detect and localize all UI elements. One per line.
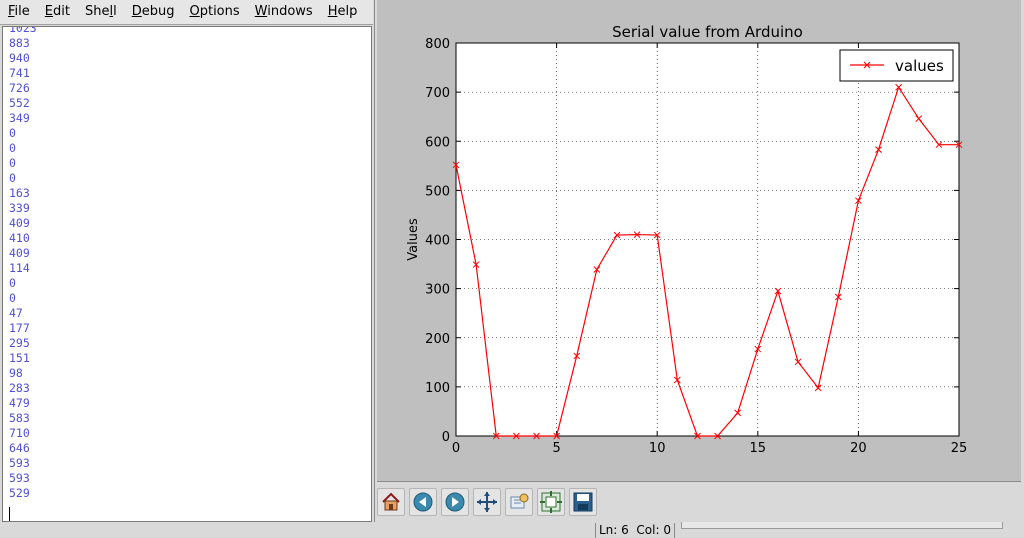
shell-output-line: 177 — [9, 321, 30, 335]
status-divider — [681, 522, 1003, 529]
shell-output-line: 47 — [9, 306, 23, 320]
shell-output-line: 295 — [9, 336, 30, 350]
shell-output-line: 710 — [9, 426, 30, 440]
menu-item-mnemonic: D — [131, 4, 142, 19]
shell-output-line: 593 — [9, 456, 30, 470]
shell-output-line: 883 — [9, 36, 30, 50]
menu-item-mnemonic: E — [44, 4, 53, 19]
y-tick-label: 100 — [425, 381, 450, 396]
menu-item-text: elp — [337, 4, 358, 19]
shell-output-line: 409 — [9, 216, 30, 230]
shell-output-line: 283 — [9, 381, 30, 395]
y-tick-label: 400 — [425, 234, 450, 249]
y-tick-label: 300 — [425, 283, 450, 298]
subplots-config-icon — [540, 491, 562, 513]
menu-item-mnemonic: W — [254, 4, 268, 19]
shell-output-line: 741 — [9, 66, 30, 80]
shell-output-line: 0 — [9, 291, 16, 305]
shell-output-line: 646 — [9, 441, 30, 455]
y-tick-label: 800 — [425, 37, 450, 52]
y-tick-label: 200 — [425, 332, 450, 347]
plot-canvas: 0 5 10 15 20 25 0 100 200 300 400 500 600 700 800 Seria… — [377, 0, 1021, 482]
shell-output-area[interactable]: 1023 883 940 741 726 552 349 0 0 0 0 163 339 409 410 40… — [2, 26, 372, 522]
menu-item-debug[interactable]: Debug — [124, 2, 182, 22]
menu-item-shell[interactable]: Shell — [77, 2, 124, 22]
save-disk-button[interactable] — [569, 488, 597, 516]
shell-output-line: 0 — [9, 126, 16, 140]
menu-bar: File Edit Shell Debug Options Windows Help — [0, 0, 373, 25]
shell-output-line: 583 — [9, 411, 30, 425]
y-tick-label: 700 — [425, 86, 450, 101]
x-tick-label: 5 — [552, 441, 560, 456]
save-disk-icon — [573, 492, 593, 512]
navigation-toolbar — [375, 484, 1024, 520]
home-icon — [382, 492, 400, 511]
subplots-config-button[interactable] — [537, 488, 565, 516]
shell-output-line: 0 — [9, 276, 16, 290]
x-tick-label: 25 — [951, 441, 968, 456]
forward-arrow-icon — [445, 492, 465, 512]
python-shell-window: File Edit Shell Debug Options Windows Help 102… — [0, 0, 373, 538]
forward-arrow-button[interactable] — [441, 488, 469, 516]
plot-figure-window: 0 5 10 15 20 25 0 100 200 300 400 500 600 700 800 Seria… — [374, 0, 1024, 522]
shell-output-line: 163 — [9, 186, 30, 200]
y-tick-label: 600 — [425, 135, 450, 150]
shell-output-line: 0 — [9, 141, 16, 155]
cursor-position-status: Ln: 6 Col: 0 — [595, 523, 675, 538]
x-tick-label: 20 — [850, 441, 867, 456]
y-axis-label: Values — [406, 218, 421, 261]
shell-output-line: 410 — [9, 231, 30, 245]
y-tick-label: 500 — [425, 184, 450, 199]
shell-output-line: 1023 — [9, 26, 37, 35]
shell-output-line: 479 — [9, 396, 30, 410]
status-bar: Ln: 6 Col: 0 — [373, 522, 1024, 538]
x-tick-label: 10 — [649, 441, 666, 456]
shell-output-line: 0 — [9, 171, 16, 185]
pan-arrows-button[interactable] — [473, 488, 501, 516]
menu-item-text: dit — [53, 4, 70, 19]
pan-arrows-icon — [477, 492, 497, 512]
text-cursor — [9, 507, 10, 521]
menu-item-text: She — [84, 4, 110, 19]
home-button[interactable] — [377, 488, 405, 516]
y-tick-label: 0 — [442, 430, 450, 445]
shell-output-line: 0 — [9, 156, 16, 170]
legend-label: values — [895, 57, 944, 75]
zoom-rect-button[interactable] — [505, 488, 533, 516]
menu-item-text: indows — [267, 4, 313, 19]
menu-item-text: l — [113, 4, 117, 19]
shell-output-line: 409 — [9, 246, 30, 260]
back-arrow-icon — [413, 492, 433, 512]
shell-output-line: 529 — [9, 486, 30, 500]
shell-output-line: 593 — [9, 471, 30, 485]
menu-item-help[interactable]: Help — [320, 2, 365, 22]
menu-item-text: ile — [14, 4, 30, 19]
menu-item-mnemonic: O — [189, 4, 200, 19]
line-chart: 0 5 10 15 20 25 0 100 200 300 400 500 600 700 800 Seria… — [406, 23, 968, 456]
shell-output-lines: 1023 883 940 741 726 552 349 0 0 0 0 163 339 409 410 40… — [9, 26, 37, 501]
shell-output-line: 339 — [9, 201, 30, 215]
zoom-rect-icon — [510, 493, 529, 509]
chart-title: Serial value from Arduino — [612, 23, 803, 41]
menu-item-options[interactable]: Options — [181, 2, 246, 22]
menu-item-edit[interactable]: Edit — [37, 2, 77, 22]
shell-output-line: 940 — [9, 51, 30, 65]
menu-item-file[interactable]: File — [0, 2, 37, 22]
shell-output-line: 114 — [9, 261, 30, 275]
shell-output-line: 349 — [9, 111, 30, 125]
shell-output-line: 151 — [9, 351, 30, 365]
menu-item-windows[interactable]: Windows — [247, 2, 320, 22]
x-tick-label: 15 — [750, 441, 767, 456]
shell-output-line: 552 — [9, 96, 30, 110]
menu-item-text: ebug — [141, 4, 175, 19]
shell-output-line: 726 — [9, 81, 30, 95]
menu-item-text: ptions — [199, 4, 240, 19]
plot-area — [456, 43, 959, 436]
back-arrow-button[interactable] — [409, 488, 437, 516]
x-tick-label: 0 — [452, 441, 460, 456]
shell-output-line: 98 — [9, 366, 23, 380]
